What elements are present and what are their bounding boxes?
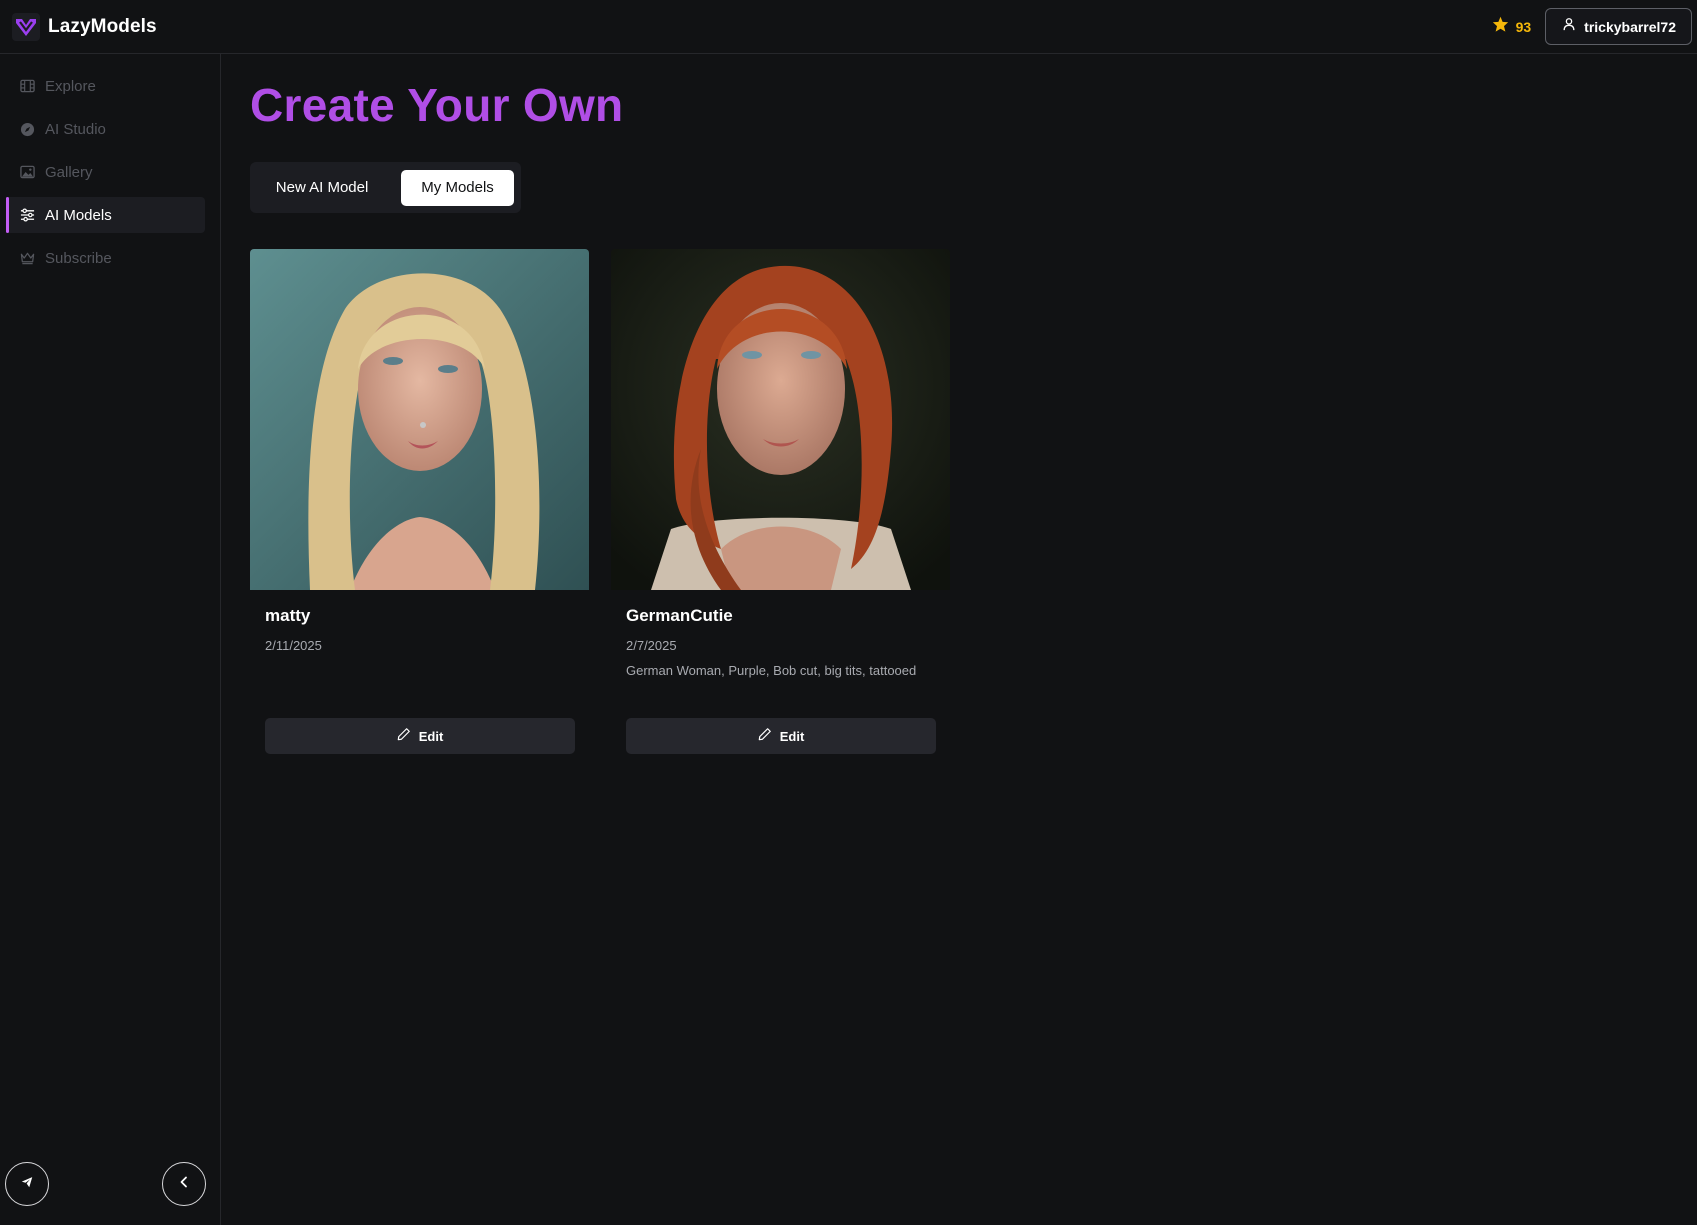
film-icon: [19, 78, 35, 94]
user-icon: [1562, 17, 1576, 36]
sidebar-item-label: AI Studio: [45, 120, 106, 138]
edit-button[interactable]: Edit: [626, 718, 936, 754]
pencil-icon: [397, 727, 411, 746]
model-portrait-image[interactable]: [250, 249, 589, 590]
tab-new-ai-model[interactable]: New AI Model: [257, 170, 387, 206]
pencil-icon: [758, 727, 772, 746]
lazymodels-logo-icon: [12, 12, 40, 41]
edit-label: Edit: [418, 728, 444, 744]
image-icon: [19, 164, 35, 180]
credits-value: 93: [1515, 18, 1532, 35]
collapse-sidebar-button[interactable]: [162, 1162, 206, 1206]
edit-label: Edit: [779, 728, 805, 744]
tab-my-models[interactable]: My Models: [401, 169, 514, 206]
sidebar-item-ai-studio[interactable]: AI Studio: [6, 111, 205, 147]
brand-name: LazyModels: [48, 15, 157, 37]
page-title: Create Your Own: [250, 79, 624, 131]
star-icon: [1492, 16, 1509, 37]
model-date: 2/7/2025: [626, 638, 677, 653]
telegram-icon: [21, 1175, 33, 1193]
top-header: LazyModels 93 trickybarrel72: [0, 0, 1697, 54]
username: trickybarrel72: [1584, 18, 1676, 35]
main-content: Create Your Own New AI Model My Models m…: [222, 54, 1697, 1225]
sidebar-item-label: Explore: [45, 77, 96, 95]
sidebar-nav: Explore AI Studio Gallery AI Models Subs…: [0, 54, 220, 276]
chevron-left-icon: [178, 1175, 190, 1193]
compass-icon: [19, 121, 35, 137]
sidebar-item-subscribe[interactable]: Subscribe: [6, 240, 205, 276]
sidebar: Explore AI Studio Gallery AI Models Subs…: [0, 54, 221, 1225]
sidebar-item-label: AI Models: [45, 206, 112, 224]
sidebar-item-label: Gallery: [45, 163, 93, 181]
sidebar-item-ai-models[interactable]: AI Models: [6, 197, 205, 233]
model-name: matty: [265, 606, 311, 625]
model-tabs: New AI Model My Models: [250, 162, 521, 213]
brand[interactable]: LazyModels: [12, 12, 157, 41]
crown-icon: [19, 250, 35, 266]
credits-counter: 93: [1492, 16, 1532, 37]
edit-button[interactable]: Edit: [265, 718, 575, 754]
user-menu-button[interactable]: trickybarrel72: [1545, 8, 1692, 45]
model-name: GermanCutie: [626, 606, 733, 625]
sliders-icon: [19, 207, 35, 223]
telegram-button[interactable]: [5, 1162, 49, 1206]
sidebar-item-explore[interactable]: Explore: [6, 68, 205, 104]
sidebar-item-label: Subscribe: [45, 249, 112, 267]
sidebar-item-gallery[interactable]: Gallery: [6, 154, 205, 190]
model-card[interactable]: matty 2/11/2025 Edit: [250, 249, 589, 769]
model-card-list: matty 2/11/2025 Edit GermanCutie 2/7/202…: [250, 249, 950, 769]
model-date: 2/11/2025: [265, 638, 322, 653]
model-description: German Woman, Purple, Bob cut, big tits,…: [626, 663, 917, 678]
model-portrait-image[interactable]: [611, 249, 950, 590]
model-card[interactable]: GermanCutie 2/7/2025 German Woman, Purpl…: [611, 249, 950, 769]
